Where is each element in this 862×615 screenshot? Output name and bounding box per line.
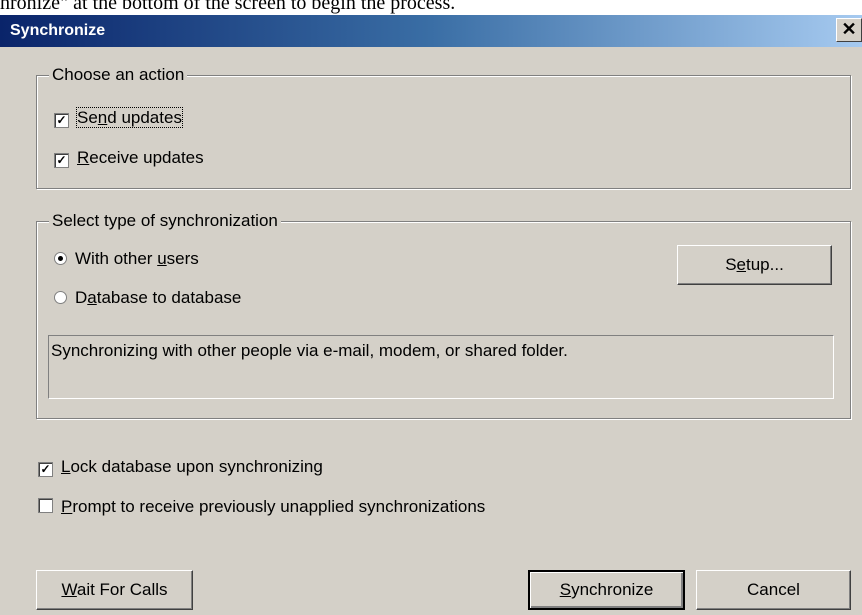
choose-action-group	[36, 75, 851, 189]
lock-database-checkbox[interactable]: ✓ Lock database upon synchronizing	[38, 457, 323, 477]
receive-updates-checkbox[interactable]: ✓ Receive updates	[54, 148, 204, 168]
wait-for-calls-button[interactable]: Wait For Calls	[36, 570, 193, 610]
radio-with-other-users[interactable]: With other users	[54, 249, 199, 269]
radio-selected-icon	[54, 252, 67, 265]
radio-database-to-database[interactable]: Database to database	[54, 288, 241, 308]
setup-button[interactable]: Setup...	[677, 245, 832, 285]
sync-type-legend: Select type of synchronization	[49, 211, 281, 231]
radio-database-to-database-label: Database to database	[75, 288, 242, 307]
send-updates-label: Send updates	[76, 107, 183, 128]
cancel-button-label: Cancel	[747, 580, 800, 599]
cancel-button[interactable]: Cancel	[696, 570, 851, 610]
synchronize-button-label: Synchronize	[559, 580, 654, 599]
send-updates-checkbox[interactable]: ✓ Send updates	[54, 107, 183, 128]
title-bar[interactable]: Synchronize ✕	[0, 15, 862, 47]
receive-updates-label: Receive updates	[77, 148, 204, 167]
background-document-text: hronize" at the bottom of the screen to …	[0, 0, 456, 14]
close-icon[interactable]: ✕	[836, 18, 862, 42]
wait-for-calls-label: Wait For Calls	[61, 580, 168, 599]
choose-action-legend: Choose an action	[49, 65, 188, 85]
prompt-unapplied-checkbox[interactable]: Prompt to receive previously unapplied s…	[38, 497, 485, 517]
radio-unselected-icon	[54, 291, 67, 304]
setup-button-label: Setup...	[725, 255, 784, 274]
lock-database-label: Lock database upon synchronizing	[61, 457, 323, 476]
prompt-unapplied-check-icon	[38, 498, 53, 513]
prompt-unapplied-label: Prompt to receive previously unapplied s…	[61, 497, 486, 516]
sync-description-box: Synchronizing with other people via e-ma…	[48, 335, 834, 399]
send-updates-check-icon: ✓	[54, 113, 69, 128]
sync-description-text: Synchronizing with other people via e-ma…	[51, 341, 568, 360]
synchronize-dialog: Synchronize ✕ Choose an action ✓ Send upd…	[0, 14, 862, 615]
radio-with-other-users-label: With other users	[75, 249, 199, 268]
receive-updates-check-icon: ✓	[54, 153, 69, 168]
window-title: Synchronize	[10, 22, 106, 39]
lock-database-check-icon: ✓	[38, 462, 53, 477]
synchronize-button[interactable]: Synchronize	[528, 570, 685, 610]
